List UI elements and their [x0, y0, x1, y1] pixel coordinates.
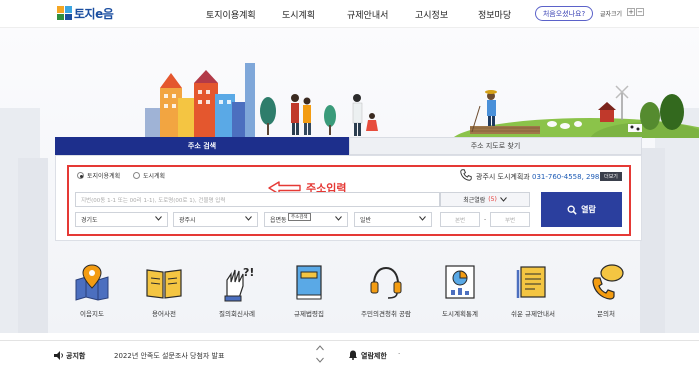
chevron-up-icon[interactable] — [316, 345, 324, 351]
quick-menu-label: 도시계획통계 — [442, 310, 478, 318]
quick-menu-glossary[interactable]: 용어사전 — [134, 262, 194, 318]
radio-land-use-label: 토지이용계획 — [87, 173, 121, 180]
sigungu-select[interactable]: 광주시 — [173, 212, 258, 227]
town-illustration — [145, 63, 699, 138]
nav-info-square[interactable]: 정보마당 — [478, 8, 511, 21]
radio-city-plan[interactable]: 도시계획 — [133, 171, 165, 180]
book-icon — [146, 269, 182, 299]
logo-text: 토지e음 — [74, 6, 114, 21]
law-book-icon — [296, 265, 322, 300]
question-hand-icon: ?! — [224, 266, 254, 302]
sub-number-input[interactable]: 부번 — [490, 212, 530, 227]
sido-select[interactable]: 경기도 — [75, 212, 168, 227]
chevron-down-icon[interactable] — [316, 357, 324, 363]
sido-value: 경기도 — [81, 217, 98, 224]
quick-menu-map[interactable]: 이음지도 — [62, 262, 122, 318]
statistics-icon — [445, 265, 475, 299]
notice-link[interactable]: 2022년 안족도 설문조사 당첨자 발표 — [114, 351, 224, 361]
view-button[interactable]: 열람 — [541, 192, 622, 227]
first-visit-button[interactable]: 처음오셨나요? — [535, 6, 593, 21]
view-restriction-link[interactable]: 열람제한 — [361, 351, 387, 361]
quick-menu-law[interactable]: 규제법령집 — [279, 262, 339, 318]
sigungu-value: 광주시 — [179, 217, 196, 224]
quick-menu-label: 문의처 — [597, 310, 615, 318]
quick-menu-label: 용어사전 — [152, 310, 176, 318]
quick-menu-easy-guide[interactable]: 쉬운 규제안내서 — [503, 262, 563, 318]
tab-address-search[interactable]: 주소 검색 — [55, 137, 349, 155]
nav-city-plan[interactable]: 도시계획 — [282, 8, 315, 21]
radio-land-use[interactable]: 토지이용계획 — [77, 171, 120, 180]
logo-mark-icon — [57, 6, 72, 20]
svg-text:?!: ?! — [243, 266, 254, 279]
chevron-down-icon — [155, 216, 162, 221]
search-icon — [567, 205, 577, 215]
site-header: 토지e음 토지이용계획 도시계획 규제안내서 고시정보 정보마당 처음오셨나요?… — [0, 0, 699, 28]
radio-dot-selected — [77, 172, 84, 179]
bell-icon — [349, 350, 357, 360]
number-separator: - — [484, 216, 487, 223]
address-search-tooltip: 주소검색 — [288, 213, 311, 221]
recent-view-button[interactable]: 최근열람 (5) — [440, 192, 530, 207]
more-button[interactable]: 더보기 — [600, 172, 622, 181]
map-pin-icon — [75, 264, 109, 301]
speaker-icon — [54, 351, 63, 360]
land-type-select[interactable]: 일반 — [354, 212, 432, 227]
notice-scroll-controls — [316, 345, 324, 363]
phone-chat-icon — [592, 264, 624, 300]
land-type-value: 일반 — [360, 217, 372, 224]
view-button-label: 열람 — [581, 205, 596, 214]
font-size-increase-button[interactable]: + — [627, 8, 635, 16]
radio-dot — [133, 172, 140, 179]
quick-menu-label: 규제법령집 — [294, 310, 324, 318]
eupmyeondong-value: 읍면동 — [270, 217, 287, 224]
contact-department: 광주시 도시계획과 — [476, 173, 530, 181]
nav-notice-info[interactable]: 고시정보 — [415, 8, 448, 21]
recent-view-count: (5) — [488, 196, 497, 203]
quick-menu-contact[interactable]: 문의처 — [576, 262, 636, 318]
notice-label: 공지함 — [66, 352, 86, 360]
chevron-down-icon — [419, 216, 426, 221]
separator-dot: · — [398, 350, 401, 358]
headset-icon — [370, 266, 402, 299]
quick-menu-statistics[interactable]: 도시계획통계 — [430, 262, 490, 318]
quick-menu-label: 주민의견청취 공람 — [361, 310, 411, 318]
font-size-label: 글자크기 — [600, 11, 623, 18]
nav-land-use[interactable]: 토지이용계획 — [206, 8, 256, 21]
main-number-input[interactable]: 본번 — [440, 212, 480, 227]
tab-map-search[interactable]: 주소 지도로 찾기 — [349, 137, 642, 155]
recent-view-label: 최근열람 — [463, 197, 486, 204]
contact-info: 광주시 도시계획과 031-760-4558, 2983 — [476, 172, 604, 182]
chevron-down-icon — [499, 197, 507, 202]
quick-menu-label: 이음지도 — [80, 310, 104, 318]
site-logo[interactable]: 토지e음 — [57, 5, 114, 21]
radio-city-plan-label: 도시계획 — [143, 173, 166, 180]
nav-regulation-guide[interactable]: 규제안내서 — [347, 8, 388, 21]
guide-doc-icon — [516, 266, 546, 298]
chevron-down-icon — [335, 216, 342, 221]
phone-icon — [460, 169, 472, 181]
chevron-down-icon — [245, 216, 252, 221]
bg-building — [18, 158, 48, 333]
font-size-decrease-button[interactable]: − — [636, 8, 644, 16]
quick-menu-public-opinion[interactable]: 주민의견청취 공람 — [356, 262, 416, 318]
quick-menu-label: 질의회신사례 — [219, 310, 255, 318]
quick-menu-label: 쉬운 규제안내서 — [511, 310, 555, 318]
contact-phone-number[interactable]: 031-760-4558, 2983 — [532, 173, 604, 181]
address-search-input[interactable]: 지번(00동 1-1 또는 00리 1-1), 도로명(00로 1), 건물명 … — [75, 192, 440, 207]
quick-menu-qna[interactable]: ?! 질의회신사례 — [207, 262, 267, 318]
bg-building — [640, 148, 665, 333]
